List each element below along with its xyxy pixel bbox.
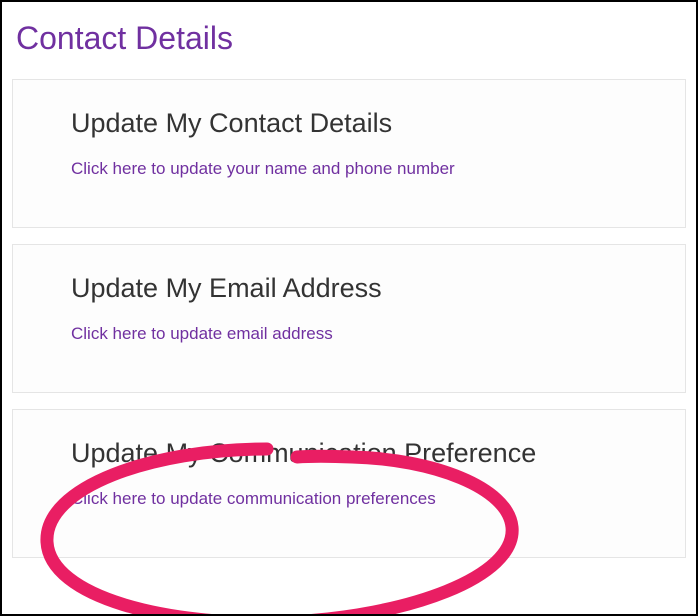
page-container: Contact Details Update My Contact Detail… — [0, 0, 698, 616]
card-communication-preference-title: Update My Communication Preference — [71, 438, 685, 469]
link-update-communication-preferences[interactable]: Click here to update communication prefe… — [71, 489, 436, 508]
card-email-address: Update My Email Address Click here to up… — [12, 244, 686, 393]
card-email-address-title: Update My Email Address — [71, 273, 685, 304]
card-contact-details: Update My Contact Details Click here to … — [12, 79, 686, 228]
link-update-contact-details[interactable]: Click here to update your name and phone… — [71, 159, 455, 178]
page-title: Contact Details — [2, 2, 696, 79]
card-contact-details-title: Update My Contact Details — [71, 108, 685, 139]
card-communication-preference: Update My Communication Preference Click… — [12, 409, 686, 558]
link-update-email-address[interactable]: Click here to update email address — [71, 324, 333, 343]
